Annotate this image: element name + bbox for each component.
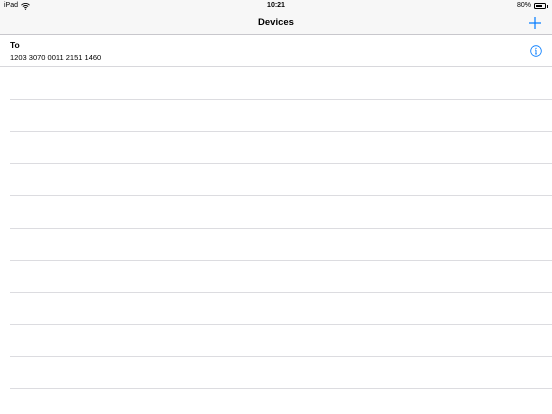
info-icon <box>530 45 542 57</box>
device-number: 1203 3070 0011 2151 1460 <box>10 53 102 62</box>
screen: iPad 10:21 80% Devices To 1203 3070 0011… <box>0 0 552 414</box>
empty-row-separator <box>10 388 552 389</box>
status-right: 80% <box>517 0 548 12</box>
empty-row-separator <box>10 292 552 293</box>
add-device-button[interactable] <box>526 14 544 32</box>
battery-level <box>536 5 543 7</box>
empty-row-separator <box>10 260 552 261</box>
device-info-button[interactable] <box>530 44 542 57</box>
empty-row-separator <box>10 163 552 164</box>
empty-row-separator <box>10 131 552 132</box>
empty-row-separator <box>10 324 552 325</box>
device-list: To 1203 3070 0011 2151 1460 <box>0 35 552 414</box>
nav-bar: Devices <box>0 12 552 35</box>
status-time: 10:21 <box>267 2 285 9</box>
device-name: To <box>10 40 20 50</box>
plus-icon <box>529 17 541 29</box>
device-row[interactable]: To 1203 3070 0011 2151 1460 <box>0 35 552 67</box>
empty-row-separator <box>10 228 552 229</box>
page-title: Devices <box>258 17 294 28</box>
empty-row-separator <box>10 356 552 357</box>
empty-row-separator <box>10 99 552 100</box>
battery-icon <box>534 3 546 9</box>
empty-row-separator <box>10 195 552 196</box>
battery-percentage: 80% <box>516 2 531 9</box>
status-bar: iPad 10:21 80% <box>0 0 552 12</box>
battery-tip <box>546 4 548 8</box>
